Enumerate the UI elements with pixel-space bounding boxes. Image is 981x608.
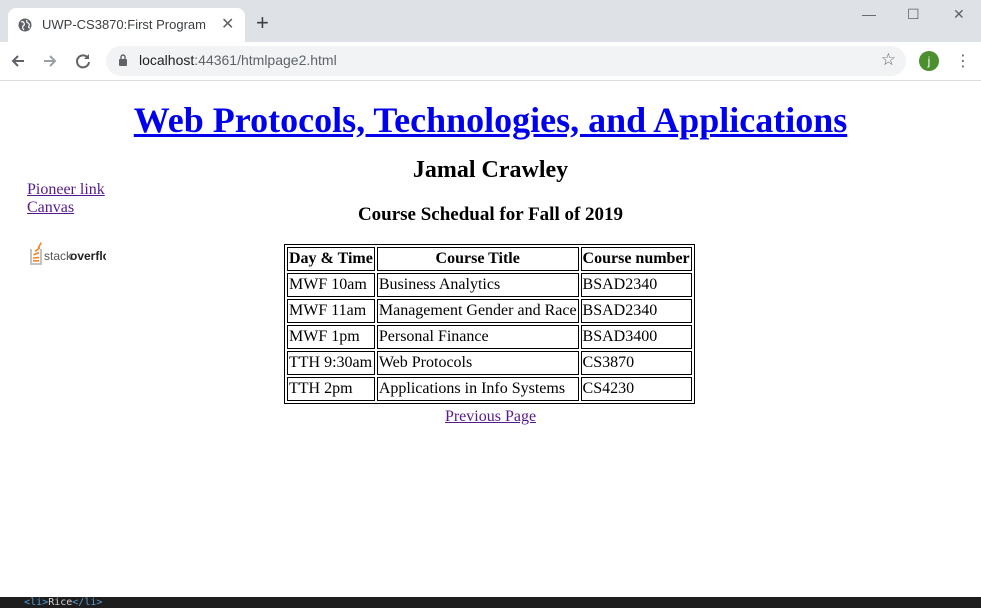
column-header: Day & Time <box>287 247 375 271</box>
table-row: MWF 10am Business Analytics BSAD2340 <box>287 273 692 297</box>
code-open-tag: <li> <box>24 597 49 608</box>
avatar[interactable]: j <box>919 51 939 71</box>
table-cell: CS4230 <box>580 377 692 401</box>
table-cell: MWF 11am <box>287 299 375 323</box>
tab-title: UWP-CS3870:First Program <box>42 17 206 32</box>
table-row: MWF 1pm Personal Finance BSAD3400 <box>287 325 692 349</box>
schedule-title: Course Schedual for Fall of 2019 <box>357 204 624 225</box>
table-cell: Management Gender and Race <box>376 299 579 323</box>
maximize-icon[interactable]: ☐ <box>907 6 920 23</box>
table-row: TTH 2pm Applications in Info Systems CS4… <box>287 377 692 401</box>
url-text[interactable]: localhost:44361/htmlpage2.html <box>139 52 337 68</box>
table-cell: Personal Finance <box>376 325 579 349</box>
pioneer-link[interactable]: Pioneer link <box>27 181 105 199</box>
table-cell: BSAD2340 <box>580 273 692 297</box>
stackoverflow-logo[interactable]: stack overflow <box>28 232 106 268</box>
table-cell: Web Protocols <box>376 351 579 375</box>
window-close-icon[interactable]: ✕ <box>953 6 965 23</box>
canvas-link[interactable]: Canvas <box>27 199 105 217</box>
heading-link[interactable]: Web Protocols, Technologies, and Applica… <box>134 100 847 140</box>
table-cell: MWF 1pm <box>287 325 375 349</box>
table-cell: BSAD2340 <box>580 299 692 323</box>
globe-icon <box>18 18 32 32</box>
new-tab-icon[interactable]: + <box>256 12 269 34</box>
previous-page-link[interactable]: Previous Page <box>445 408 536 425</box>
table-cell: TTH 2pm <box>287 377 375 401</box>
logo-text-overflow: overflow <box>70 249 106 263</box>
table-cell: Applications in Info Systems <box>376 377 579 401</box>
side-links: Pioneer link Canvas <box>27 181 105 217</box>
table-cell: CS3870 <box>580 351 692 375</box>
table-cell: Business Analytics <box>376 273 579 297</box>
author-name: Jamal Crawley <box>412 157 569 183</box>
logo-text-stack: stack <box>44 249 73 263</box>
course-schedule-table: Day & Time Course Title Course number MW… <box>284 244 695 404</box>
star-icon[interactable]: ☆ <box>881 50 896 70</box>
reload-icon[interactable] <box>73 51 93 71</box>
forward-arrow-icon[interactable] <box>40 51 60 71</box>
minimize-icon[interactable]: — <box>862 6 876 22</box>
table-cell: TTH 9:30am <box>287 351 375 375</box>
menu-dots-icon[interactable]: ⋮ <box>955 50 971 72</box>
table-cell: BSAD3400 <box>580 325 692 349</box>
table-cell: MWF 10am <box>287 273 375 297</box>
browser-toolbar: localhost:44361/htmlpage2.html ☆ j ⋮ <box>0 42 981 81</box>
url-path: :44361/htmlpage2.html <box>194 52 337 68</box>
lock-icon[interactable] <box>118 54 128 66</box>
page-content: Web Protocols, Technologies, and Applica… <box>0 81 981 597</box>
tab-strip: UWP-CS3870:First Program ✕ + — ☐ ✕ <box>0 0 981 42</box>
code-text: Rice <box>48 597 73 608</box>
address-bar[interactable]: localhost:44361/htmlpage2.html ☆ <box>106 46 906 76</box>
code-close-tag: </li> <box>72 597 103 608</box>
page-heading: Web Protocols, Technologies, and Applica… <box>0 99 981 141</box>
previous-page-container: Previous Page <box>0 408 981 426</box>
table-header-row: Day & Time Course Title Course number <box>287 247 692 271</box>
column-header: Course Title <box>376 247 579 271</box>
column-header: Course number <box>580 247 692 271</box>
table-row: TTH 9:30am Web Protocols CS3870 <box>287 351 692 375</box>
table-row: MWF 11am Management Gender and Race BSAD… <box>287 299 692 323</box>
url-host: localhost <box>139 52 195 68</box>
tab-close-icon[interactable]: ✕ <box>221 17 234 33</box>
browser-tab[interactable]: UWP-CS3870:First Program ✕ <box>8 8 245 42</box>
editor-snippet-bar: <li>Rice</li> <box>0 597 981 608</box>
back-arrow-icon[interactable] <box>8 51 28 71</box>
